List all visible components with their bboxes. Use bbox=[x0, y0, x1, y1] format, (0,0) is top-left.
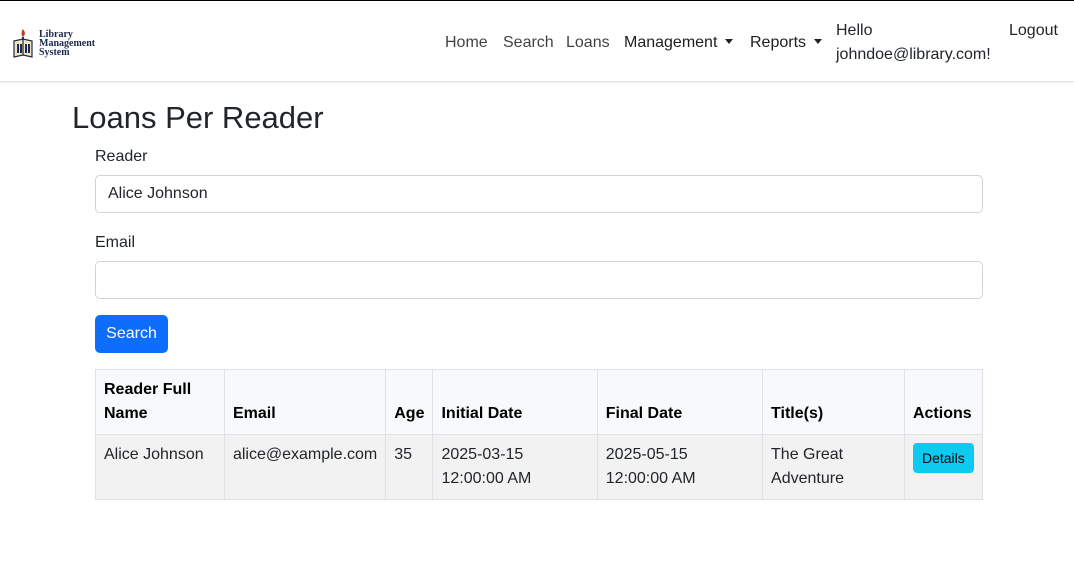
column-header-initial-date: Initial Date bbox=[432, 369, 598, 435]
top-navbar: Library Management System Home Search Lo… bbox=[0, 1, 1074, 82]
nav-home-link[interactable]: Home bbox=[445, 31, 488, 55]
brand-line-3: System bbox=[39, 46, 70, 58]
cell-age: 35 bbox=[385, 434, 434, 500]
brand-logo-link[interactable]: Library Management System bbox=[10, 25, 100, 61]
nav-reports-dropdown[interactable]: Reports bbox=[750, 31, 823, 55]
brand-name: Library Management System bbox=[39, 29, 95, 58]
cell-actions: Details bbox=[903, 434, 984, 500]
column-header-actions: Actions bbox=[903, 369, 984, 435]
loans-table: Reader Full Name Email Age Initial Date … bbox=[95, 369, 984, 500]
email-input[interactable] bbox=[95, 261, 983, 299]
chevron-down-icon bbox=[725, 39, 734, 44]
reader-label: Reader bbox=[95, 148, 148, 165]
reader-input[interactable] bbox=[95, 175, 983, 213]
email-label: Email bbox=[95, 234, 136, 251]
table-row: Alice Johnson alice@example.com 35 2025-… bbox=[95, 434, 984, 500]
cell-titles: The Great Adventure bbox=[762, 434, 905, 500]
search-button[interactable]: Search bbox=[95, 315, 168, 353]
page-title: Loans Per Reader bbox=[72, 100, 324, 135]
library-logo-icon bbox=[10, 27, 36, 59]
greeting-line-1: Hello bbox=[836, 22, 873, 39]
column-header-final-date: Final Date bbox=[596, 369, 764, 435]
column-header-reader-full-name: Reader Full Name bbox=[95, 369, 225, 435]
logout-link[interactable]: Logout bbox=[1009, 19, 1058, 43]
cell-reader-name: Alice Johnson bbox=[95, 434, 225, 500]
column-header-age: Age bbox=[385, 369, 434, 435]
nav-management-label: Management bbox=[624, 34, 718, 51]
nav-search-link[interactable]: Search bbox=[503, 31, 554, 55]
nav-reports-label: Reports bbox=[750, 34, 807, 51]
cell-final-date: 2025-05-15 12:00:00 AM bbox=[596, 434, 764, 500]
cell-email: alice@example.com bbox=[223, 434, 387, 500]
column-header-email: Email bbox=[223, 369, 387, 435]
nav-loans-link[interactable]: Loans bbox=[566, 31, 610, 55]
chevron-down-icon bbox=[814, 39, 823, 44]
column-header-titles: Title(s) bbox=[762, 369, 905, 435]
cell-initial-date: 2025-03-15 12:00:00 AM bbox=[432, 434, 598, 500]
greeting-user-email: johndoe@library.com! bbox=[836, 46, 991, 63]
nav-management-dropdown[interactable]: Management bbox=[624, 31, 734, 55]
user-greeting: Hello johndoe@library.com! bbox=[836, 19, 991, 67]
details-button[interactable]: Details bbox=[912, 443, 974, 473]
table-header-row: Reader Full Name Email Age Initial Date … bbox=[95, 369, 984, 435]
